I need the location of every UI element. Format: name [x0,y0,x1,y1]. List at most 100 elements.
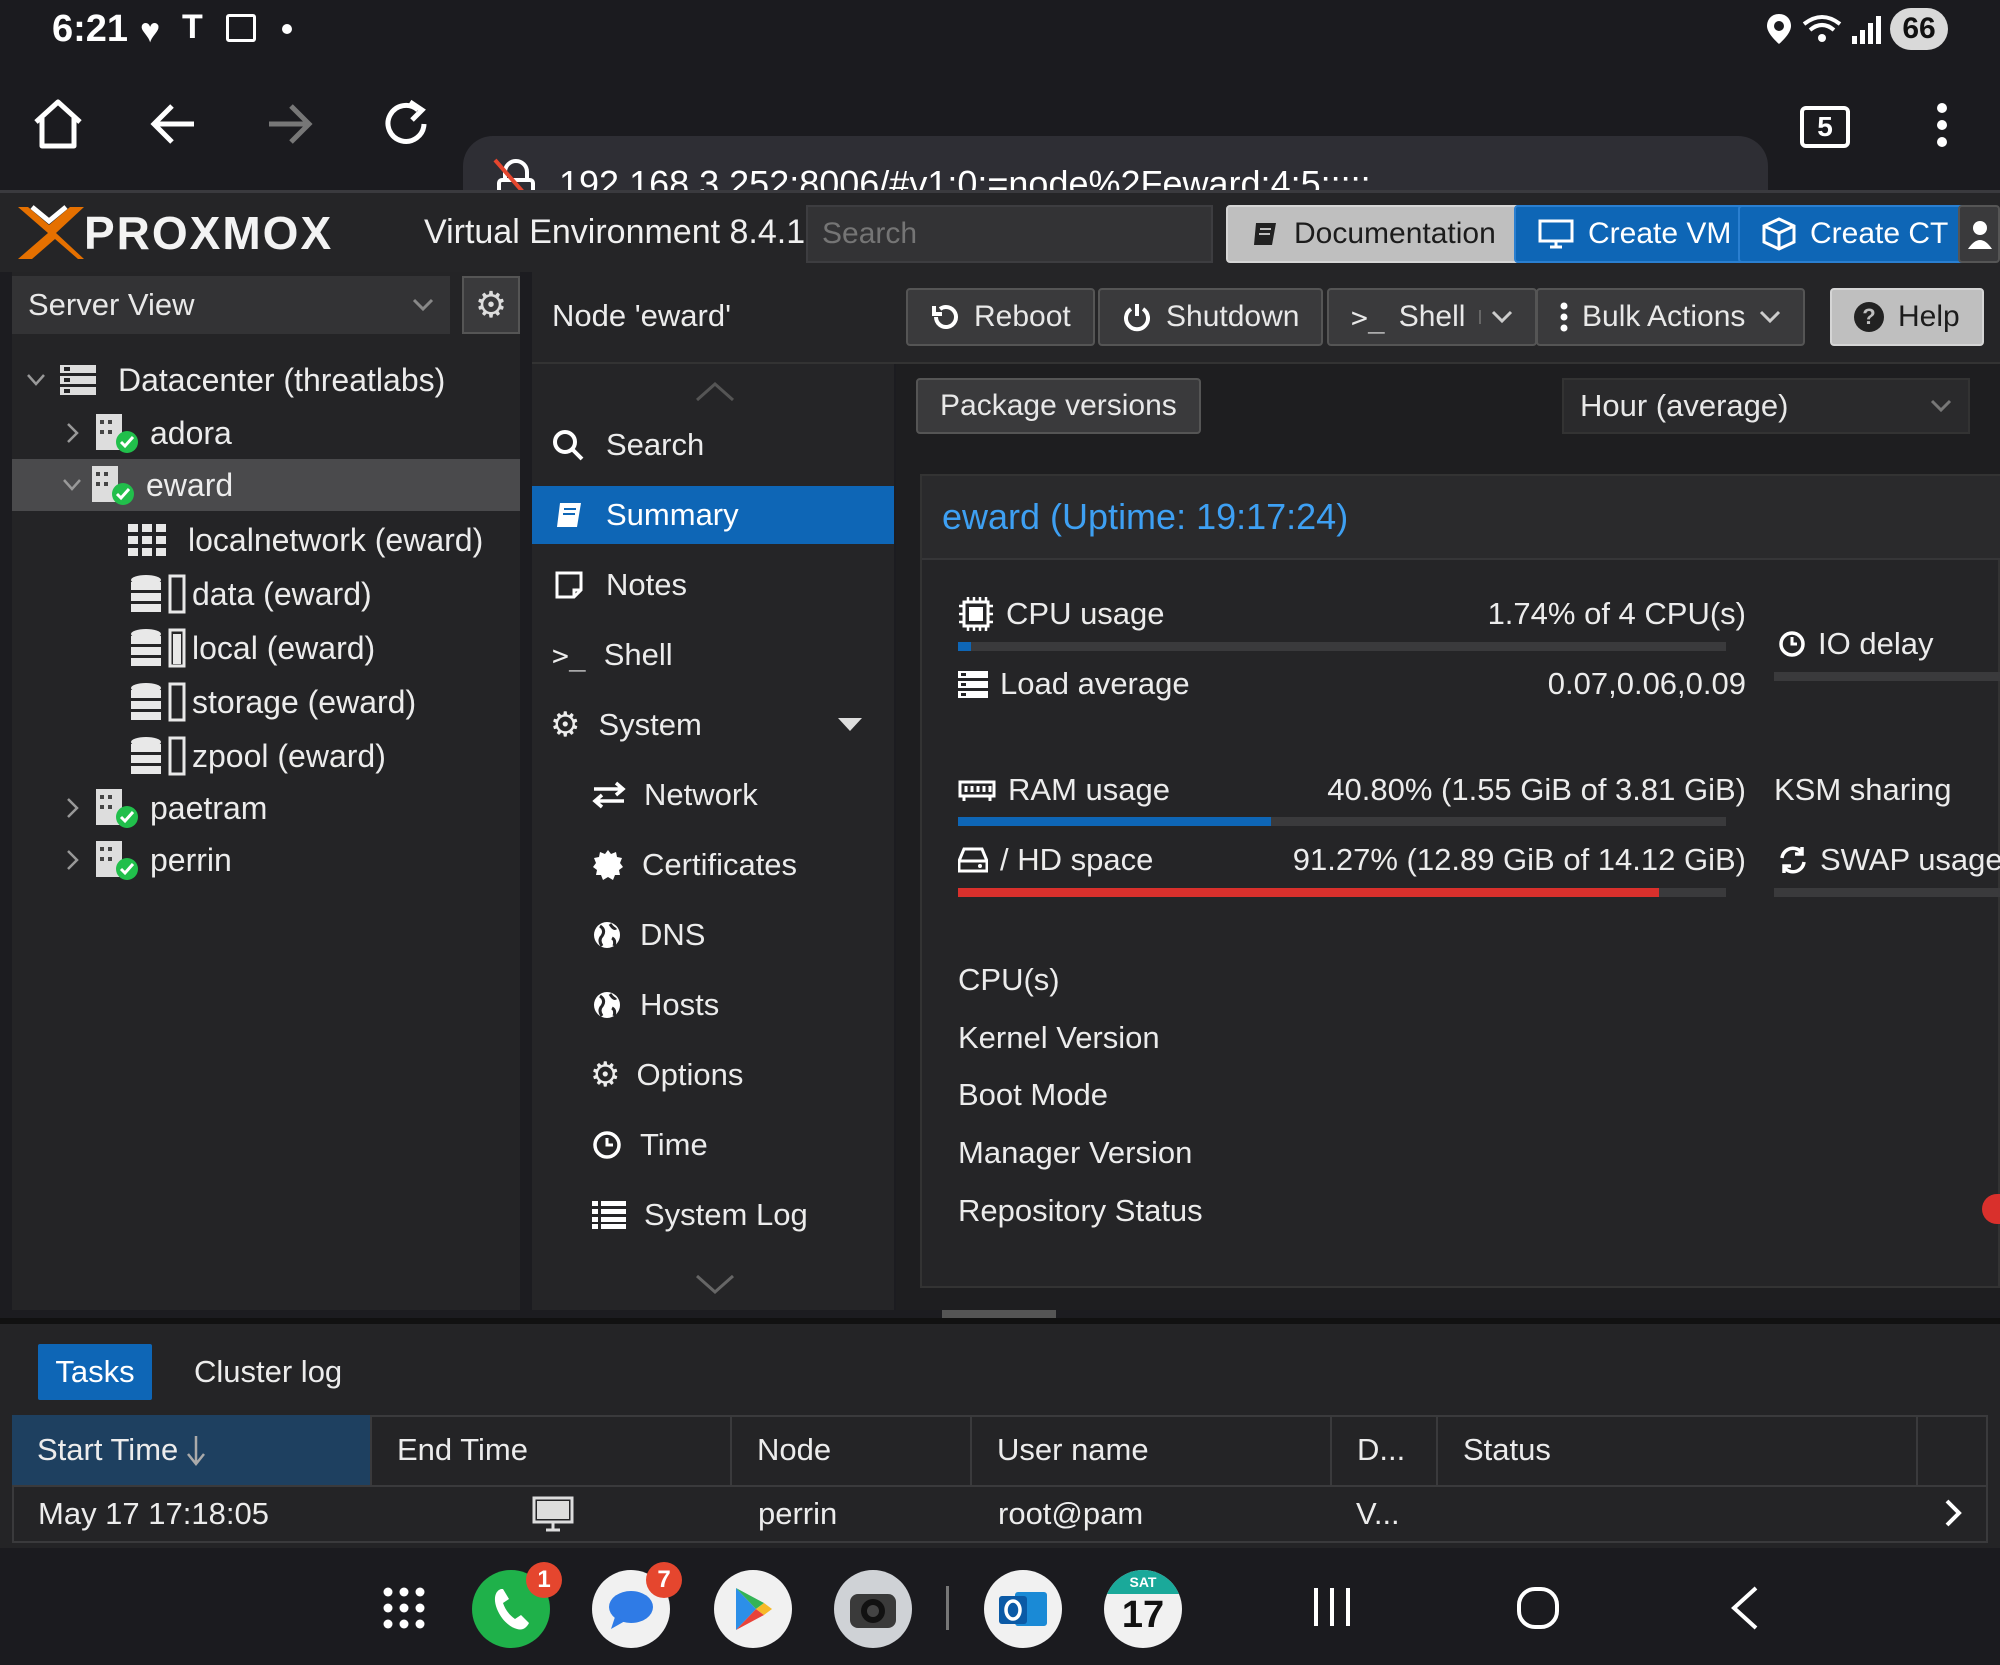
scroll-up-icon[interactable] [695,382,735,402]
hd-space-bar-fill [958,888,1659,897]
tree-item-eward[interactable]: eward [12,459,520,511]
datacenter-icon [58,363,98,397]
col-end-time[interactable]: End Time [372,1415,732,1485]
storage-icon [130,682,190,722]
reboot-button[interactable]: Reboot [906,288,1095,346]
forward-arrow-icon[interactable] [265,102,313,146]
tree-label: paetram [150,789,268,826]
menu-search[interactable]: Search [532,416,894,474]
recent-apps-icon[interactable] [1312,1586,1352,1628]
tree-item-localnetwork[interactable]: localnetwork (eward) [12,514,520,566]
create-ct-button[interactable]: Create CT [1738,205,1973,263]
chevron-right-icon[interactable] [1944,1498,1962,1528]
home-button-icon[interactable] [1516,1586,1560,1630]
camera-app-icon[interactable] [834,1570,912,1648]
chevron-down-icon [412,298,434,312]
tree-item-paetram[interactable]: paetram [12,782,520,834]
timeframe-select[interactable]: Hour (average) [1562,378,1970,434]
news-icon [226,14,256,42]
menu-system[interactable]: ⚙ System [532,696,894,754]
chevron-down-icon [26,373,46,387]
grid-icon [128,524,168,556]
col-label: End Time [397,1432,528,1467]
tab-label: Cluster log [194,1354,343,1389]
menu-time[interactable]: Time [532,1116,894,1174]
tree-item-zpool-storage[interactable]: zpool (eward) [12,730,520,782]
chevron-down-icon [1930,399,1952,413]
terminal-icon: >_ [552,638,586,672]
user-menu-button[interactable] [1958,205,2000,263]
help-button[interactable]: ? Help [1830,288,1984,346]
chevron-down-icon[interactable] [1479,310,1513,324]
documentation-button[interactable]: Documentation [1226,205,1520,263]
tree-item-perrin[interactable]: perrin [12,834,520,886]
node-title: Node 'eward' [552,298,731,333]
scroll-down-icon[interactable] [695,1274,735,1294]
menu-network[interactable]: Network [532,766,894,824]
table-header-divider [12,1485,1988,1487]
col-status[interactable]: Status [1438,1415,1918,1485]
tree-label: localnetwork (eward) [188,521,484,558]
back-button-icon[interactable] [1730,1586,1760,1630]
app-drawer-icon[interactable] [382,1586,426,1630]
menu-system-log[interactable]: System Log [532,1186,894,1244]
create-vm-button[interactable]: Create VM [1514,205,1756,263]
global-search-input[interactable] [806,205,1213,263]
menu-dns[interactable]: DNS [532,906,894,964]
stat-label-text: IO delay [1818,626,1934,661]
tree-item-storage-storage[interactable]: storage (eward) [12,676,520,728]
view-selector[interactable]: Server View [12,276,450,334]
col-label: D... [1357,1432,1406,1467]
panel-title: eward (Uptime: 19:17:24) [942,496,1349,537]
menu-certificates[interactable]: Certificates [532,836,894,894]
back-arrow-icon[interactable] [150,102,198,146]
col-user-name[interactable]: User name [972,1415,1332,1485]
overflow-menu-icon[interactable] [1936,102,1948,148]
tab-tasks[interactable]: Tasks [38,1344,152,1400]
tab-label: Tasks [55,1354,135,1389]
tab-cluster-log[interactable]: Cluster log [176,1344,360,1400]
shutdown-button[interactable]: Shutdown [1098,288,1324,346]
info-label-cpus: CPU(s) [958,962,1060,997]
menu-hosts[interactable]: Hosts [532,976,894,1034]
outlook-app-icon[interactable] [984,1570,1062,1648]
shell-button[interactable]: >_ Shell [1327,288,1538,346]
col-description[interactable]: D... [1332,1415,1438,1485]
col-label: Node [757,1432,832,1467]
menu-label: System Log [644,1197,808,1232]
globe-icon [592,920,622,950]
refresh-icon [1778,845,1808,875]
col-node[interactable]: Node [732,1415,972,1485]
menu-options[interactable]: ⚙ Options [532,1046,894,1104]
menu-notes[interactable]: Notes [532,556,894,614]
menu-summary[interactable]: Summary [532,486,894,544]
node-navigation-menu: Search Summary Notes >_ Shell ⚙ System N… [532,364,894,1310]
certificate-icon [592,849,624,881]
pve-header: PROXMOX Virtual Environment 8.4.1 Docume… [0,190,2000,272]
play-store-app-icon[interactable] [714,1570,792,1648]
gear-icon: ⚙ [590,1056,621,1094]
node-online-icon [94,839,140,881]
home-icon[interactable] [30,98,86,150]
calendar-app-icon[interactable]: SAT 17 [1104,1570,1182,1648]
tree-item-data-storage[interactable]: data (eward) [12,568,520,620]
tree-item-adora[interactable]: adora [12,407,520,459]
tree-item-local-storage[interactable]: local (eward) [12,622,520,674]
timeframe-value: Hour (average) [1580,388,1789,423]
stat-label-text: Load average [1000,666,1190,701]
hd-space-value: 91.27% (12.89 GiB of 14.12 GiB) [1292,842,1746,877]
chevron-right-icon [66,797,80,819]
menu-shell[interactable]: >_ Shell [532,626,894,684]
tree-item-datacenter[interactable]: Datacenter (threatlabs) [12,354,520,406]
terminal-icon: >_ [1351,300,1385,334]
node-online-icon [90,464,136,506]
col-start-time[interactable]: Start Time [12,1415,372,1485]
package-versions-button[interactable]: Package versions [916,378,1201,434]
bulk-actions-button[interactable]: Bulk Actions [1536,288,1806,346]
tree-settings-button[interactable]: ⚙ [462,276,520,334]
stat-label-text: RAM usage [1008,772,1170,807]
col-label: User name [997,1432,1149,1467]
tab-switcher-button[interactable]: 5 [1800,106,1850,148]
reload-icon[interactable] [380,98,432,150]
table-row[interactable]: May 17 17:18:05 perrin root@pam V... [12,1488,1988,1542]
